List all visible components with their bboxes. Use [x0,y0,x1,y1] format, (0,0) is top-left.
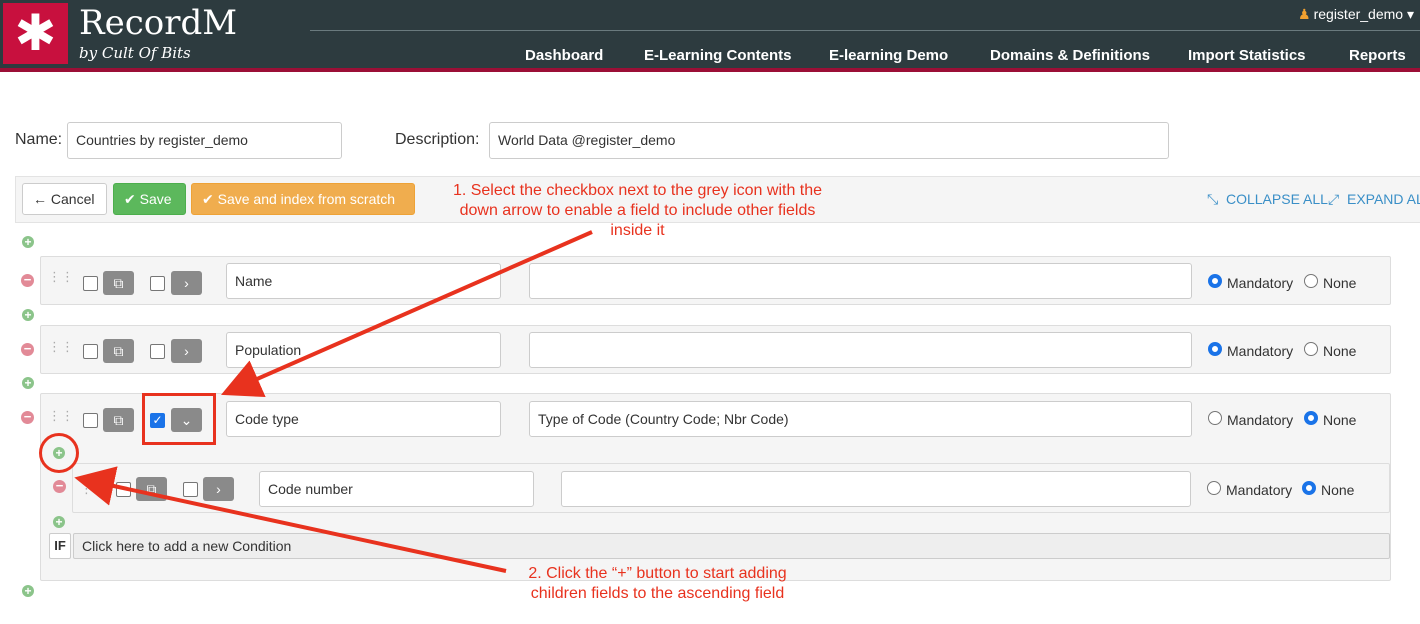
arrow-to-plus-button [74,466,507,573]
arrow-to-checkbox [221,230,593,398]
annotation-arrows [74,230,593,573]
